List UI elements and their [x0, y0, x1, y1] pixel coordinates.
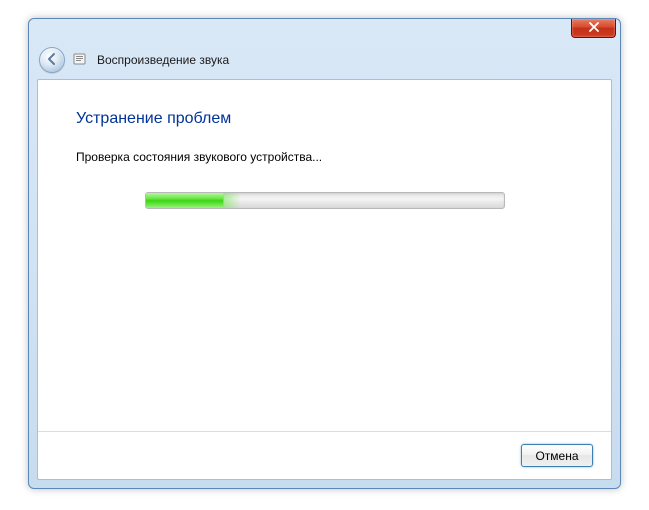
back-button[interactable] [39, 47, 65, 73]
troubleshoot-icon [73, 52, 89, 68]
content-inner: Устранение проблем Проверка состояния зв… [38, 80, 611, 479]
progress-fill [146, 193, 225, 208]
cancel-button[interactable]: Отмена [521, 444, 593, 467]
header-row: Воспроизведение звука [39, 49, 229, 71]
arrow-left-icon [45, 52, 59, 69]
footer: Отмена [38, 431, 611, 479]
progress-bar [145, 192, 505, 209]
close-button[interactable] [571, 19, 616, 38]
close-icon [588, 21, 600, 35]
titlebar [29, 19, 620, 49]
troubleshooter-window: Воспроизведение звука Устранение проблем… [28, 18, 621, 489]
page-heading: Устранение проблем [76, 110, 573, 128]
window-title: Воспроизведение звука [97, 53, 229, 67]
content-panel: Устранение проблем Проверка состояния зв… [37, 79, 612, 480]
status-text: Проверка состояния звукового устройства.… [76, 150, 573, 164]
